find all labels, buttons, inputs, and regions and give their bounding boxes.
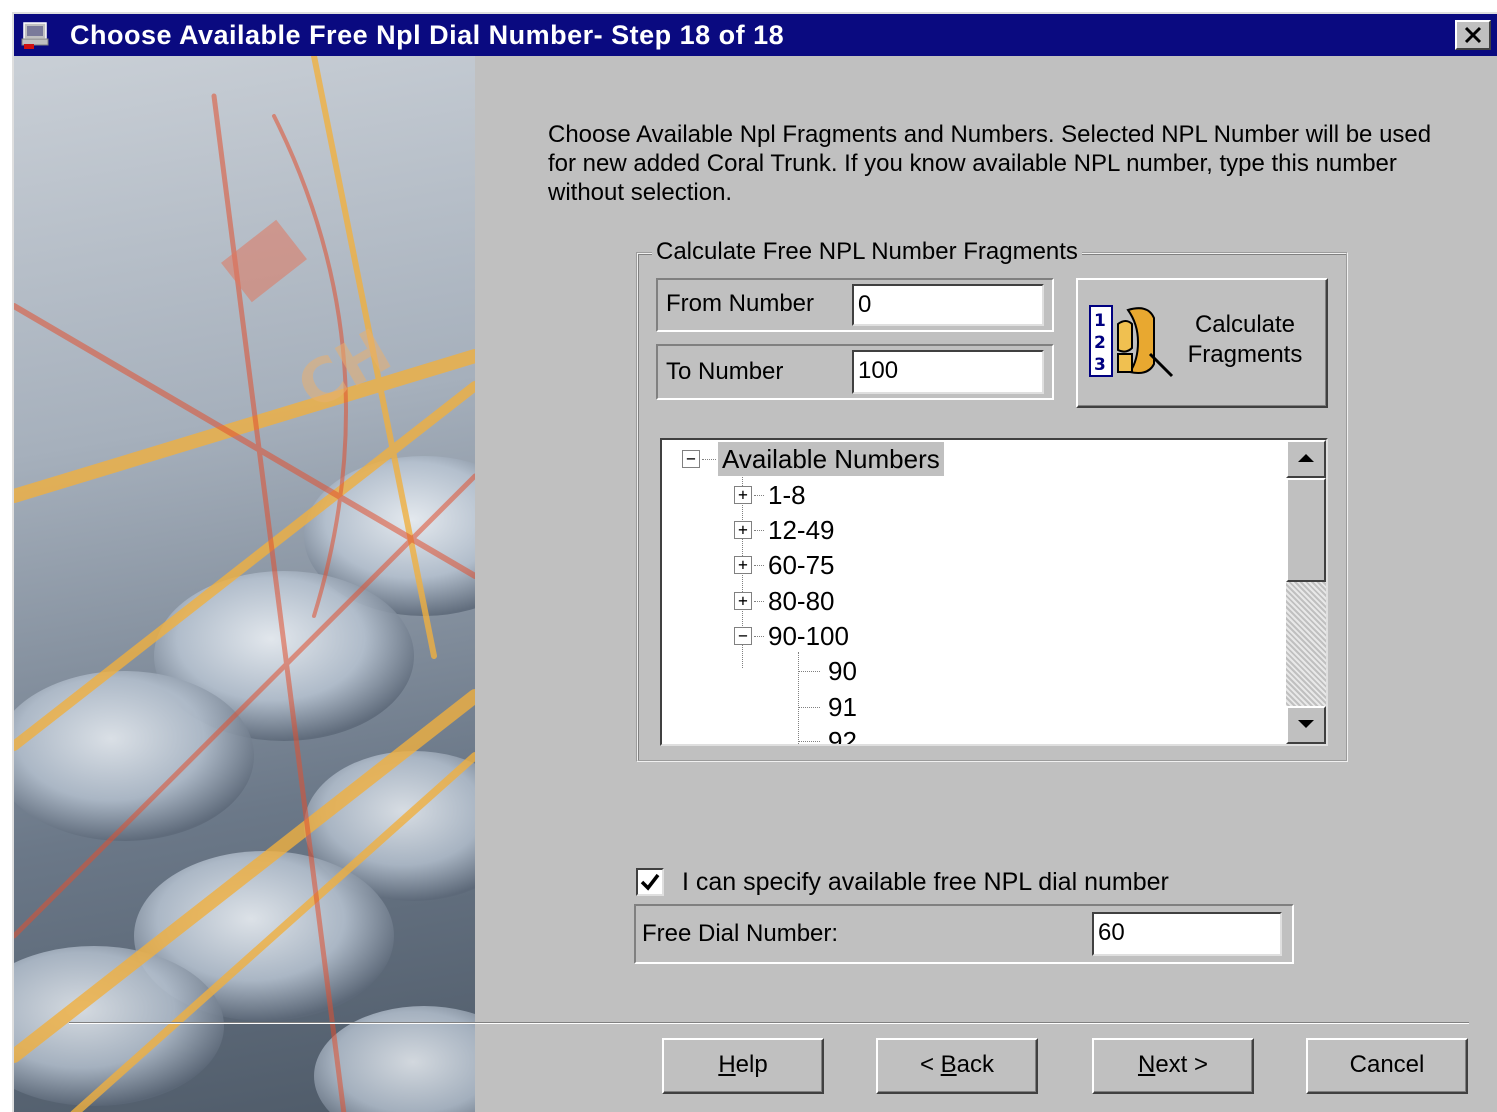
telephone-keypad-illustration: CH — [14, 56, 475, 1112]
collapse-icon[interactable]: − — [734, 627, 752, 645]
next-hotkey: N — [1137, 1051, 1156, 1078]
tree-node-label: 60-75 — [768, 550, 835, 580]
collapse-icon[interactable]: − — [682, 450, 700, 468]
checkmark-icon — [640, 873, 660, 891]
tree-node-label: 80-80 — [768, 586, 835, 616]
wizard-dialog: Choose Available Free Npl Dial Number- S… — [12, 12, 1497, 1112]
scroll-down-arrow-icon — [1298, 720, 1314, 728]
help-hotkey: H — [718, 1051, 736, 1078]
svg-text:1: 1 — [1094, 311, 1106, 331]
free-dial-number-label: Free Dial Number: — [642, 920, 839, 947]
free-dial-number-input[interactable]: 60 — [1092, 912, 1282, 956]
group-title: Calculate Free NPL Number Fragments — [652, 238, 1082, 266]
calc-label-line2: Fragments — [1187, 341, 1303, 368]
wizard-side-image: CH — [14, 56, 475, 1112]
tree-leaf-label: 92 — [828, 726, 857, 746]
svg-text:2: 2 — [1094, 333, 1106, 353]
tree-root-label: Available Numbers — [718, 442, 944, 476]
from-number-label: From Number — [666, 290, 815, 317]
back-hotkey: B — [940, 1051, 957, 1078]
tree-node-label: 1-8 — [768, 480, 806, 510]
scroll-up-button[interactable] — [1286, 440, 1326, 478]
from-number-input[interactable]: 0 — [852, 284, 1044, 326]
back-label-rest: ack — [956, 1051, 995, 1078]
app-icon — [21, 22, 49, 49]
tree-scrollbar[interactable] — [1286, 440, 1326, 744]
title-bar[interactable]: Choose Available Free Npl Dial Number- S… — [14, 14, 1497, 56]
calculate-fragments-group: Calculate Free NPL Number Fragments From… — [636, 238, 1348, 762]
help-button[interactable]: Help — [662, 1038, 824, 1094]
close-icon — [1464, 26, 1482, 44]
help-label: elp — [735, 1051, 768, 1078]
calculate-fragments-label: Calculate Fragments — [1170, 310, 1320, 370]
back-label: < — [919, 1051, 941, 1078]
button-separator — [69, 1022, 1469, 1024]
tree-node-label: 90-100 — [768, 621, 849, 651]
back-button[interactable]: < Back — [876, 1038, 1038, 1094]
specify-number-label[interactable]: I can specify available free NPL dial nu… — [682, 866, 1169, 898]
available-numbers-tree[interactable]: − Available Numbers + 1-8 + 12-49 + 60-7… — [660, 438, 1328, 746]
calc-label-line1: Calculate — [1194, 311, 1296, 338]
expand-icon[interactable]: + — [734, 486, 752, 504]
window-title: Choose Available Free Npl Dial Number- S… — [70, 20, 785, 50]
from-number-field: From Number 0 — [656, 278, 1054, 332]
to-number-input[interactable]: 100 — [852, 350, 1044, 394]
tree-leaf-label: 91 — [828, 692, 857, 722]
expand-icon[interactable]: + — [734, 592, 752, 610]
cancel-button[interactable]: Cancel — [1306, 1038, 1468, 1094]
tree-node-label: 12-49 — [768, 515, 835, 545]
expand-icon[interactable]: + — [734, 521, 752, 539]
to-number-field: To Number 100 — [656, 344, 1054, 400]
expand-icon[interactable]: + — [734, 556, 752, 574]
tree-leaf-label: 90 — [828, 656, 857, 686]
svg-text:3: 3 — [1094, 355, 1106, 375]
specify-number-checkbox[interactable] — [636, 868, 664, 896]
scroll-up-arrow-icon — [1298, 454, 1314, 462]
close-button[interactable] — [1455, 20, 1491, 50]
calculator-fragments-icon: 1 2 3 — [1089, 305, 1174, 378]
scroll-thumb[interactable] — [1286, 478, 1326, 582]
scroll-down-button[interactable] — [1286, 706, 1326, 744]
instructions-text: Choose Available Npl Fragments and Numbe… — [548, 121, 1432, 206]
next-label: ext > — [1155, 1051, 1209, 1078]
to-number-label: To Number — [666, 358, 784, 385]
calculate-fragments-button[interactable]: 1 2 3 Calculate Fragments — [1076, 278, 1328, 408]
next-button[interactable]: Next > — [1092, 1038, 1254, 1094]
free-dial-number-field: Free Dial Number: 60 — [634, 904, 1294, 964]
